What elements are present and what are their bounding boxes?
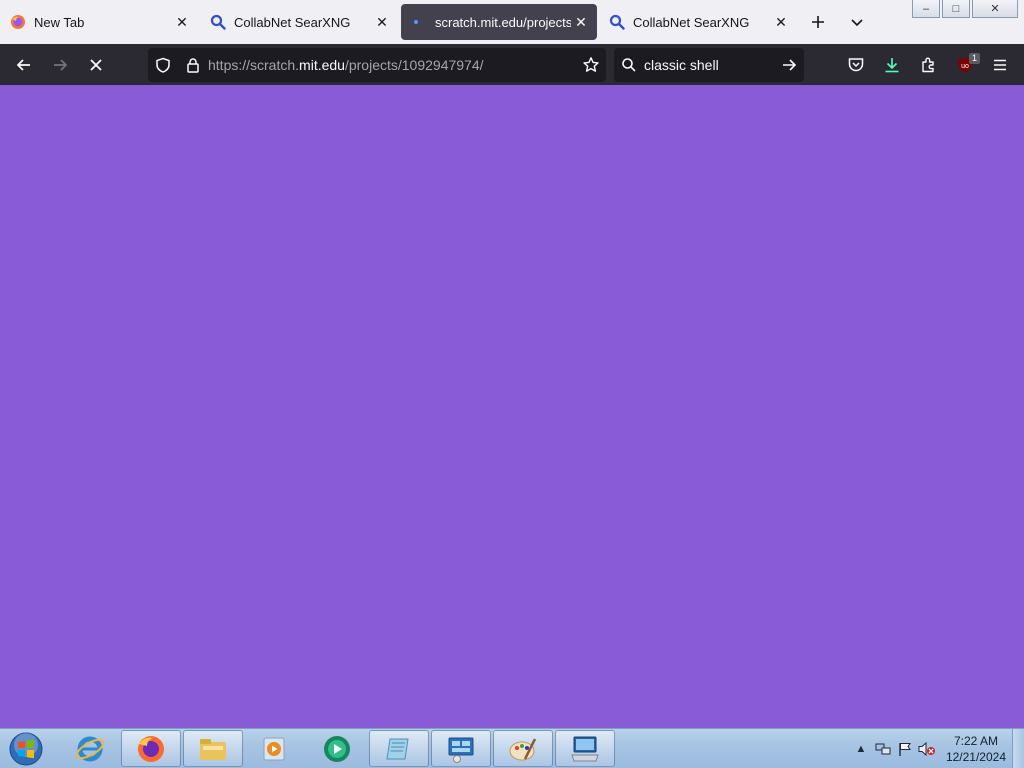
internet-explorer-icon: [75, 736, 105, 761]
stop-loading-button[interactable]: [81, 50, 111, 80]
start-button[interactable]: [6, 731, 46, 767]
stop-x-icon: [90, 59, 102, 71]
clock-date: 12/21/2024: [945, 750, 1006, 764]
taskbar-media-player[interactable]: [244, 730, 304, 767]
url-path: /projects/1092947974/: [344, 57, 484, 73]
taskbar-file-explorer[interactable]: [183, 730, 243, 767]
puzzle-icon: [922, 57, 934, 73]
tab-new-tab[interactable]: New Tab ✕: [0, 4, 198, 40]
search-input[interactable]: classic shell: [644, 57, 774, 73]
svg-text:uo: uo: [961, 63, 969, 70]
media-player-icon: [263, 737, 285, 760]
close-tab-icon[interactable]: ✕: [172, 12, 192, 32]
taskbar-control-panel[interactable]: [431, 730, 491, 767]
navigation-toolbar: https://scratch.mit.edu/projects/1092947…: [0, 44, 1024, 85]
extensions-button[interactable]: [914, 50, 944, 80]
clock-time: 7:22 AM: [953, 734, 998, 748]
search-icon: [609, 14, 625, 30]
forward-button[interactable]: [45, 50, 75, 80]
tab-title: New Tab: [34, 14, 85, 30]
tab-title: CollabNet SearXNG: [633, 14, 750, 30]
tab-collabnet-searxng-2[interactable]: CollabNet SearXNG ✕: [599, 4, 797, 40]
download-icon: [885, 58, 899, 73]
pocket-button[interactable]: [841, 50, 871, 80]
restore-button[interactable]: □: [942, 0, 970, 18]
volume-muted-icon[interactable]: [916, 739, 938, 759]
file-explorer-icon: [200, 738, 226, 760]
taskbar-notepad[interactable]: [369, 730, 429, 767]
search-go-icon[interactable]: [774, 57, 804, 73]
taskbar-remote-desktop[interactable]: [555, 730, 615, 767]
taskbar-media-center[interactable]: [307, 730, 367, 767]
minimize-button[interactable]: –: [912, 0, 940, 18]
loading-dot-icon: [411, 14, 427, 30]
close-tab-icon[interactable]: ✕: [372, 12, 392, 32]
tab-title: scratch.mit.edu/projects/1: [435, 14, 571, 30]
firefox-icon: [10, 14, 26, 30]
search-icon: [614, 57, 644, 73]
url-host: mit.edu: [299, 57, 345, 73]
taskbar-internet-explorer[interactable]: [60, 730, 120, 767]
network-icon[interactable]: [872, 739, 894, 759]
action-center-flag-icon[interactable]: [894, 739, 916, 759]
pocket-icon: [848, 58, 864, 72]
chevron-down-icon: [851, 19, 863, 27]
new-tab-button[interactable]: [804, 8, 832, 36]
hamburger-menu-icon: [994, 59, 1006, 71]
show-hidden-icons-icon[interactable]: ▲: [850, 739, 872, 759]
downloads-button[interactable]: [877, 50, 907, 80]
tab-collabnet-searxng-1[interactable]: CollabNet SearXNG ✕: [200, 4, 398, 40]
shield-icon[interactable]: [148, 57, 178, 73]
firefox-icon: [138, 735, 164, 762]
paint-icon: [509, 737, 537, 760]
address-bar[interactable]: https://scratch.mit.edu/projects/1092947…: [148, 48, 606, 82]
back-arrow-icon: [16, 59, 30, 71]
tab-scratch-project[interactable]: scratch.mit.edu/projects/1 ✕: [401, 4, 597, 40]
close-tab-icon[interactable]: ✕: [571, 12, 591, 32]
remote-desktop-icon: [571, 736, 599, 761]
taskbar-paint[interactable]: [493, 730, 553, 767]
media-center-icon: [324, 735, 350, 762]
search-bar[interactable]: classic shell: [614, 48, 804, 82]
forward-arrow-icon: [54, 59, 68, 71]
taskbar: ▲ 7:22 AM 12/21/2024: [0, 728, 1024, 768]
lock-icon[interactable]: [178, 57, 208, 73]
close-window-button[interactable]: ✕: [972, 0, 1018, 18]
tab-strip: New Tab ✕ CollabNet SearXNG ✕ scratch.mi…: [0, 0, 1024, 44]
show-desktop-button[interactable]: [1012, 729, 1024, 768]
clock[interactable]: 7:22 AM 12/21/2024: [946, 733, 1006, 765]
extension-badge: 1: [968, 53, 980, 64]
ublock-origin-button[interactable]: uo 1: [950, 50, 980, 80]
taskbar-firefox[interactable]: [121, 730, 181, 767]
control-panel-icon: [448, 737, 474, 763]
url-prefix: https://scratch.: [208, 57, 300, 73]
tab-title: CollabNet SearXNG: [234, 14, 351, 30]
list-all-tabs-button[interactable]: [843, 8, 871, 36]
search-icon: [210, 14, 226, 30]
open-menu-button[interactable]: [985, 50, 1015, 80]
windows-logo-icon: [9, 732, 43, 766]
page-content: [0, 85, 1024, 728]
plus-icon: [812, 16, 824, 28]
back-button[interactable]: [9, 50, 39, 80]
url-text[interactable]: https://scratch.mit.edu/projects/1092947…: [208, 57, 576, 73]
system-tray: ▲ 7:22 AM 12/21/2024: [850, 729, 1024, 768]
close-tab-icon[interactable]: ✕: [771, 12, 791, 32]
bookmark-star-icon[interactable]: [576, 56, 606, 74]
notepad-icon: [386, 738, 409, 759]
window-controls: – □ ✕: [912, 0, 1018, 18]
